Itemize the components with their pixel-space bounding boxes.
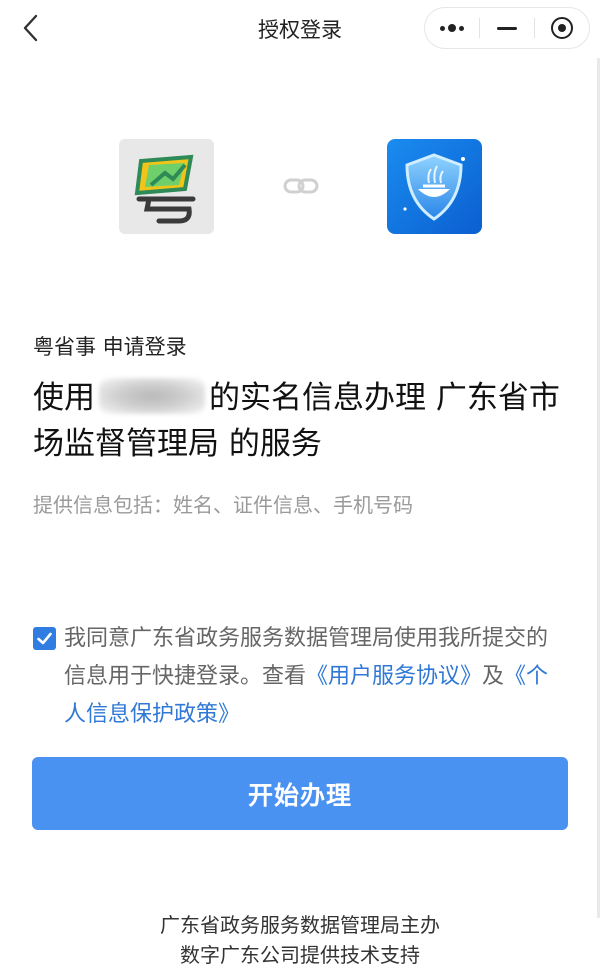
minimize-icon bbox=[497, 26, 517, 30]
minimize-button[interactable] bbox=[480, 8, 534, 48]
requester-label: 粤省事 申请登录 bbox=[33, 335, 187, 359]
shield-app-logo bbox=[387, 139, 482, 234]
footer-tech-support: 数字广东公司提供技术支持 bbox=[180, 943, 420, 967]
miniprogram-capsule bbox=[424, 7, 590, 49]
more-button[interactable] bbox=[425, 8, 479, 48]
more-icon bbox=[440, 24, 464, 32]
close-button[interactable] bbox=[535, 8, 589, 48]
provided-info-text: 提供信息包括：姓名、证件信息、手机号码 bbox=[33, 493, 413, 517]
top-nav-bar: 授权登录 bbox=[0, 0, 600, 58]
close-target-icon bbox=[551, 17, 573, 39]
auth-login-page: 授权登录 粤省事 申请登录 使用 的实名信息办理 广东省市场监督管理局 的服务 … bbox=[0, 0, 600, 975]
agreement-text: 我同意广东省政务服务数据管理局使用我所提交的信息用于快捷登录。查看《用户服务协议… bbox=[64, 620, 564, 734]
user-service-agreement-link[interactable]: 《用户服务协议》 bbox=[306, 664, 482, 689]
footer: 广东省政务服务数据管理局主办 数字广东公司提供技术支持 bbox=[0, 910, 600, 970]
redacted-name bbox=[99, 378, 205, 414]
agreement-joiner: 及 bbox=[482, 664, 505, 689]
agree-checkbox[interactable] bbox=[33, 627, 56, 650]
yueshengshi-logo bbox=[119, 139, 214, 234]
start-button[interactable]: 开始办理 bbox=[32, 757, 568, 830]
footer-organizer: 广东省政务服务数据管理局主办 bbox=[160, 913, 440, 937]
headline-prefix: 使用 bbox=[33, 380, 95, 416]
auth-headline: 使用 的实名信息办理 广东省市场监督管理局 的服务 bbox=[33, 375, 573, 467]
shield-icon bbox=[387, 139, 482, 234]
link-icon bbox=[283, 175, 319, 197]
check-icon bbox=[37, 632, 52, 645]
